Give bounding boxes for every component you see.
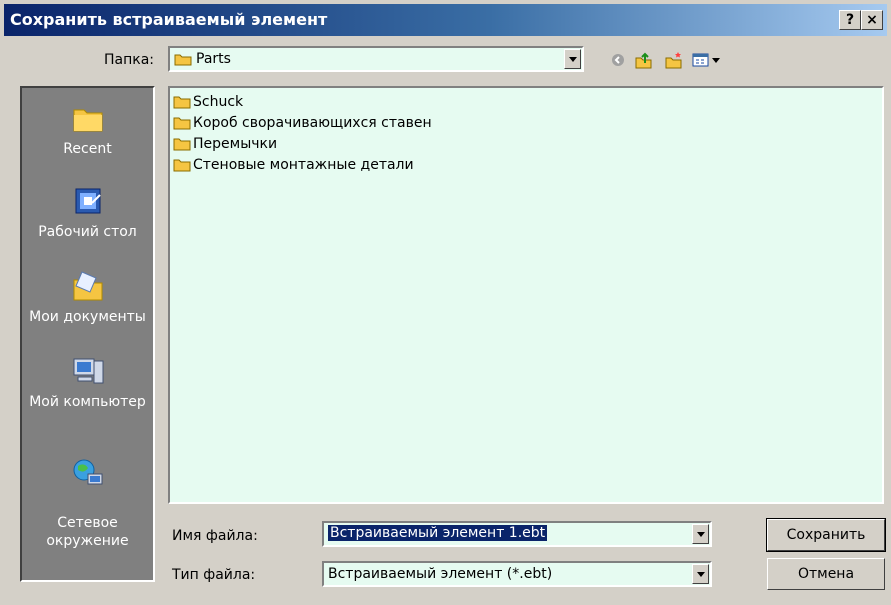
help-button[interactable]: ? xyxy=(839,10,861,30)
filetype-value: Встраиваемый элемент (*.ebt) xyxy=(328,566,553,582)
title-bar[interactable]: Сохранить встраиваемый элемент ? × xyxy=(4,4,887,36)
filename-label: Имя файла: xyxy=(172,528,258,544)
places-bar: Recent Рабочий стол Мои документы Мой ко… xyxy=(20,86,155,582)
folder-combo-arrow[interactable] xyxy=(564,49,581,69)
place-network-label: Сетевое окружение xyxy=(46,515,129,549)
place-my-computer-label: Мой компьютер xyxy=(29,394,146,410)
list-item-label: Короб сворачивающихся ставен xyxy=(193,115,432,131)
filename-input[interactable]: Встраиваемый элемент 1.ebt xyxy=(328,525,548,541)
place-my-documents-label: Мои документы xyxy=(29,309,146,325)
place-network[interactable]: Сетевое окружение xyxy=(22,438,153,550)
place-my-documents[interactable]: Мои документы xyxy=(22,268,153,326)
list-item[interactable]: Schuck xyxy=(173,92,243,112)
save-button[interactable]: Сохранить xyxy=(766,518,886,552)
list-item[interactable]: Короб сворачивающихся ставен xyxy=(173,113,432,133)
filename-combo-arrow[interactable] xyxy=(692,524,709,544)
filetype-label: Тип файла: xyxy=(172,567,256,583)
window-title: Сохранить встраиваемый элемент xyxy=(10,10,328,29)
desktop-icon xyxy=(75,188,101,214)
folder-combo-value: Parts xyxy=(196,51,231,67)
place-desktop[interactable]: Рабочий стол xyxy=(22,183,153,241)
filetype-combo[interactable]: Встраиваемый элемент (*.ebt) xyxy=(322,561,712,587)
folder-icon xyxy=(174,54,192,66)
folder-label: Папка: xyxy=(104,52,155,68)
close-button[interactable]: × xyxy=(861,10,883,30)
file-list[interactable]: Schuck Короб сворачивающихся ставен Пере… xyxy=(168,86,884,504)
list-item-label: Перемычки xyxy=(193,136,278,152)
list-item[interactable]: Перемычки xyxy=(173,134,277,154)
cancel-button[interactable]: Отмена xyxy=(767,558,885,590)
folder-recent-icon xyxy=(73,109,102,132)
folder-combo[interactable]: Parts xyxy=(168,46,584,72)
folder-icon xyxy=(173,159,191,172)
list-item-label: Стеновые монтажные детали xyxy=(193,157,414,173)
my-computer-icon xyxy=(73,358,103,384)
back-icon[interactable] xyxy=(608,50,628,70)
up-folder-icon[interactable] xyxy=(634,50,654,70)
list-item[interactable]: Стеновые монтажные детали xyxy=(173,155,414,175)
network-icon xyxy=(73,459,102,485)
list-item-label: Schuck xyxy=(193,94,244,110)
folder-icon xyxy=(173,96,191,109)
view-menu-icon[interactable] xyxy=(692,50,722,70)
new-folder-icon[interactable] xyxy=(664,50,684,70)
filetype-combo-arrow[interactable] xyxy=(692,564,709,584)
folder-icon xyxy=(173,117,191,130)
folder-icon xyxy=(173,138,191,151)
my-documents-icon xyxy=(73,271,102,301)
place-my-computer[interactable]: Мой компьютер xyxy=(22,353,153,411)
filename-combo[interactable]: Встраиваемый элемент 1.ebt xyxy=(322,521,712,547)
save-dialog: Сохранить встраиваемый элемент ? × Папка… xyxy=(0,0,891,605)
place-desktop-label: Рабочий стол xyxy=(38,224,137,240)
place-recent-label: Recent xyxy=(63,141,112,157)
place-recent[interactable]: Recent xyxy=(22,100,153,158)
